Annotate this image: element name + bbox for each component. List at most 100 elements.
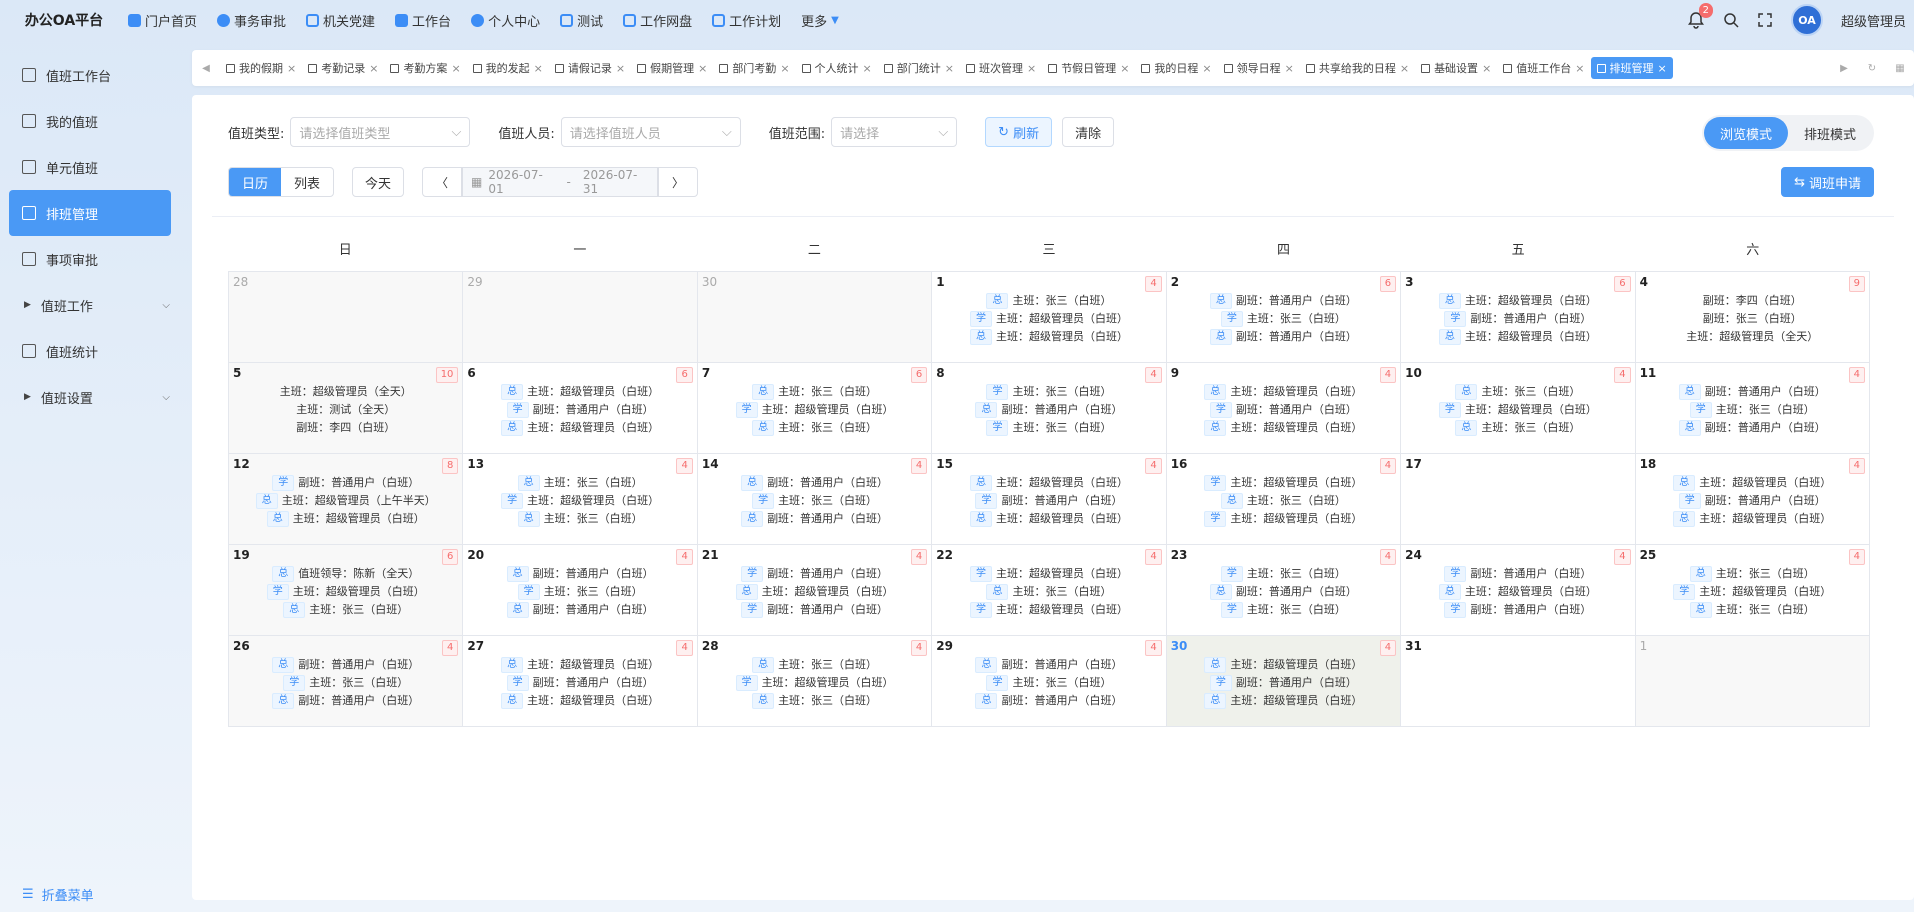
calendar-day-cell[interactable]: 1 [1635,636,1870,727]
duty-person-select[interactable]: 请选择值班人员 ⌵ [560,117,741,147]
shift-entry[interactable]: 总副班：普通用户（白班） [1678,383,1826,401]
sidebar-item-statistics[interactable]: 值班统计 [0,328,180,374]
search-icon[interactable] [1723,12,1739,28]
shift-entry[interactable]: 学主班：超级管理员（白班） [1204,510,1362,528]
duty-type-select[interactable]: 请选择值班类型 ⌵ [290,117,471,147]
bell-icon[interactable]: 2 [1687,3,1713,29]
shift-entry[interactable]: 学副班：普通用户（白班） [272,474,419,492]
shift-entry[interactable]: 总主班：超级管理员（白班） [501,383,659,401]
clear-button[interactable]: 清除 [1062,117,1115,147]
sidebar-item-duty-workbench[interactable]: 值班工作台 [0,52,180,98]
calendar-day-cell[interactable]: 25 4 总主班：张三（白班）学主班：超级管理员（白班）总主班：张三（白班） [1635,545,1870,636]
sidebar-item-settings[interactable]: ▶ 值班设置 ⌵ [0,374,180,420]
shift-entry[interactable]: 总主班：张三（白班） [517,510,643,528]
shift-entry[interactable]: 总副班：普通用户（白班） [1209,328,1357,346]
shift-entry[interactable]: 总主班：张三（白班） [752,656,877,674]
shift-entry[interactable]: 总主班：张三（白班） [752,419,877,437]
sidebar-item-approval[interactable]: 事项审批 [0,236,180,282]
tab-item[interactable]: 班次管理 × [960,57,1042,79]
shift-entry[interactable]: 总副班：普通用户（白班） [1678,419,1826,437]
shift-entry[interactable]: 总主班：超级管理员（白班） [1204,692,1362,710]
shift-entry[interactable]: 总副班：普通用户（白班） [272,692,419,710]
calendar-day-cell[interactable]: 3 6 总主班：超级管理员（白班）学副班：普通用户（白班）总主班：超级管理员（白班） [1401,272,1636,363]
calendar-day-cell[interactable]: 28 [229,272,464,363]
calendar-day-cell[interactable]: 1 4 总主班：张三（白班）学主班：超级管理员（白班）总主班：超级管理员（白班） [932,272,1167,363]
shift-entry[interactable]: 学副班：普通用户（白班） [1209,674,1357,692]
shift-entry[interactable]: 学主班：张三（白班） [1220,565,1346,583]
refresh-icon[interactable]: ↻ [1858,63,1886,74]
tab-item[interactable]: 假期管理 × [631,57,713,79]
nav-portal[interactable]: 门户首页 [128,11,197,30]
shift-entry[interactable]: 学主班：张三（白班） [986,419,1111,437]
tab-item[interactable]: 领导日程 × [1218,57,1300,79]
calendar-day-cell[interactable]: 9 4 总主班：超级管理员（白班）学副班：普通用户（白班）总主班：超级管理员（白班） [1166,363,1402,454]
shift-entry[interactable]: 总主班：张三（白班） [986,583,1111,601]
duty-scope-select[interactable]: 请选择 ⌵ [831,117,958,147]
calendar-day-cell[interactable]: 30 [697,272,933,363]
shift-entry[interactable]: 总主班：超级管理员（白班） [735,583,894,601]
tab-item[interactable]: 我的假期 × [220,57,302,79]
calendar-day-cell[interactable]: 26 4 总副班：普通用户（白班）学主班：张三（白班）总副班：普通用户（白班） [229,636,464,727]
shift-entry[interactable]: 总副班：普通用户（白班） [1209,292,1357,310]
tabs-scroll-right-icon[interactable]: ▶ [1830,63,1858,74]
prev-month-button[interactable]: 〈 [422,167,463,197]
tab-item[interactable]: 我的日程 × [1135,57,1217,79]
shift-entry[interactable]: 总副班：普通用户（白班） [506,565,654,583]
shift-entry[interactable]: 学主班：超级管理员（白班） [969,601,1128,619]
shift-entry[interactable]: 主班：超级管理员（全天） [280,383,412,401]
shift-entry[interactable]: 总主班：超级管理员（白班） [1438,583,1597,601]
shift-entry[interactable]: 学主班：张三（白班） [283,674,408,692]
nav-plan[interactable]: 工作计划 [712,11,781,30]
close-icon[interactable]: × [1575,62,1584,75]
shift-entry[interactable]: 学副班：普通用户（白班） [1678,492,1826,510]
close-icon[interactable]: × [863,62,872,75]
nav-more[interactable]: 更多 ▼ [801,11,839,30]
close-icon[interactable]: × [616,62,625,75]
tab-item[interactable]: 节假日管理 × [1042,57,1135,79]
nav-disk[interactable]: 工作网盘 [623,11,692,30]
shift-entry[interactable]: 总主班：张三（白班） [517,474,643,492]
close-icon[interactable]: × [945,62,954,75]
close-icon[interactable]: × [780,62,789,75]
calendar-day-cell[interactable]: 13 4 总主班：张三（白班）学主班：超级管理员（白班）总主班：张三（白班） [463,454,698,545]
shift-entry[interactable]: 总主班：张三（白班） [752,692,877,710]
tab-item[interactable]: 排班管理 × [1590,57,1673,79]
nav-workbench[interactable]: 工作台 [395,11,451,30]
shift-entry[interactable]: 总副班：普通用户（白班） [1209,583,1357,601]
calendar-day-cell[interactable]: 16 4 学主班：超级管理员（白班）总主班：张三（白班）学主班：超级管理员（白班） [1166,454,1402,545]
calendar-day-cell[interactable]: 30 4 总主班：超级管理员（白班）学副班：普通用户（白班）总主班：超级管理员（白班… [1166,636,1402,727]
nav-test[interactable]: 测试 [560,11,603,30]
close-icon[interactable]: × [1027,62,1036,75]
fullscreen-icon[interactable] [1757,12,1773,28]
sidebar-item-my-duty[interactable]: 我的值班 [0,98,180,144]
calendar-day-cell[interactable]: 6 6 总主班：超级管理员（白班）学副班：普通用户（白班）总主班：超级管理员（白班） [463,363,698,454]
tab-item[interactable]: 考勤方案 × [384,57,466,79]
shift-entry[interactable]: 总主班：张三（白班） [1689,601,1815,619]
shift-entry[interactable]: 学主班：张三（白班） [517,583,643,601]
tab-item[interactable]: 个人统计 × [796,57,878,79]
date-range-picker[interactable]: ▦ 2026-07-01 - 2026-07-31 [462,167,659,197]
shift-entry[interactable]: 学主班：超级管理员（白班） [735,674,894,692]
shift-entry[interactable]: 学主班：超级管理员（白班） [501,492,659,510]
shift-entry[interactable]: 学副班：普通用户（白班） [741,601,888,619]
tab-item[interactable]: 值班工作台 × [1497,57,1590,79]
calendar-day-cell[interactable]: 15 4 总主班：超级管理员（白班）学副班：普通用户（白班）总主班：超级管理员（白班… [932,454,1167,545]
shift-entry[interactable]: 总主班：超级管理员（白班） [1438,328,1597,346]
close-icon[interactable]: × [369,62,378,75]
shift-entry[interactable]: 总副班：普通用户（白班） [975,656,1122,674]
shift-entry[interactable]: 总主班：张三（白班） [283,601,408,619]
calendar-day-cell[interactable]: 20 4 总副班：普通用户（白班）学主班：张三（白班）总副班：普通用户（白班） [463,545,698,636]
close-icon[interactable]: × [287,62,296,75]
close-icon[interactable]: × [534,62,543,75]
browse-mode-button[interactable]: 浏览模式 [1703,117,1788,149]
list-view-tab[interactable]: 列表 [281,168,333,196]
today-button[interactable]: 今天 [352,167,405,197]
tab-item[interactable]: 部门统计 × [878,57,960,79]
shift-entry[interactable]: 学副班：普通用户（白班） [741,565,888,583]
shift-entry[interactable]: 总副班：普通用户（白班） [975,401,1122,419]
shift-entry[interactable]: 总副班：普通用户（白班） [975,692,1122,710]
close-icon[interactable]: × [1658,62,1667,75]
shift-entry[interactable]: 总副班：普通用户（白班） [272,656,419,674]
shift-entry[interactable]: 总值班领导：陈新（全天） [272,565,419,583]
close-icon[interactable]: × [1202,62,1211,75]
